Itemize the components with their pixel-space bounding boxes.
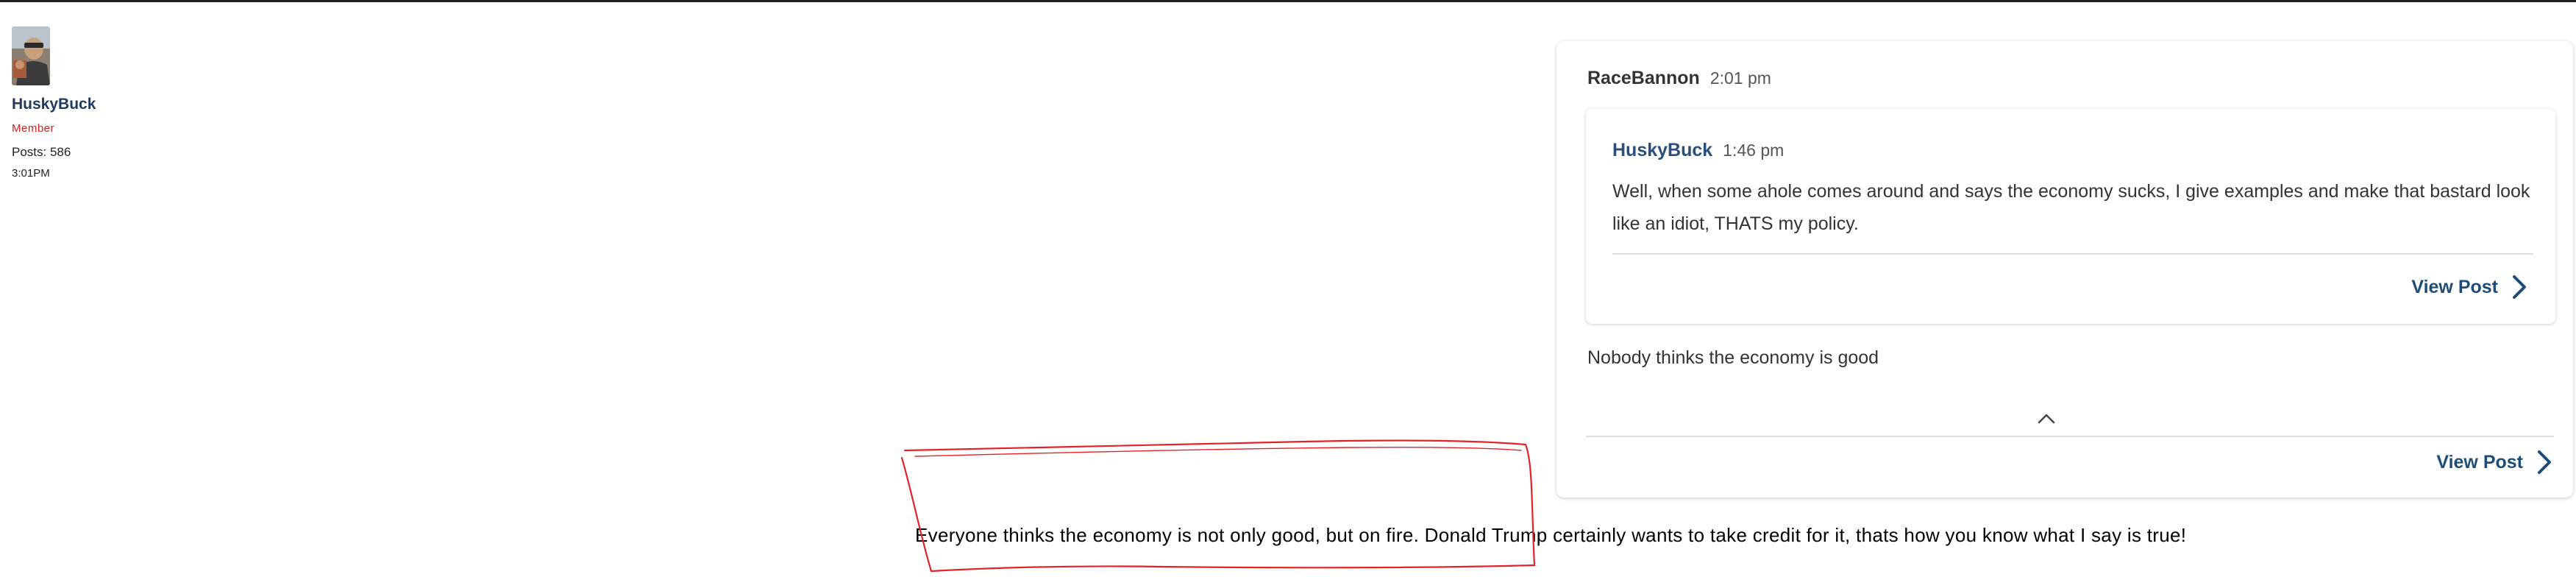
- reply-text: Everyone thinks the economy is not only …: [915, 524, 2187, 546]
- forum-post: HuskyBuck Member Posts: 586 3:01PM RaceB…: [0, 0, 2576, 577]
- nested-quote-body: Well, when some ahole comes around and s…: [1612, 181, 2530, 234]
- avatar[interactable]: [12, 26, 50, 85]
- chevron-right-icon: [2538, 450, 2551, 474]
- author-name[interactable]: HuskyBuck: [12, 96, 174, 113]
- quote-card: RaceBannon 2:01 pm HuskyBuck 1:46 pm Well,…: [1556, 41, 2573, 498]
- nested-quote-time: 1:46 pm: [1723, 141, 1785, 160]
- nested-quote-card: HuskyBuck 1:46 pm Well, when some ahole c…: [1586, 109, 2555, 324]
- nested-quote-username[interactable]: HuskyBuck: [1612, 140, 1712, 160]
- quote-body: Nobody thinks the economy is good: [1587, 347, 1879, 368]
- author-panel: HuskyBuck Member Posts: 586 3:01PM: [12, 26, 174, 180]
- quote-divider: [1586, 436, 2554, 437]
- post-time: 3:01PM: [12, 167, 50, 180]
- nested-quote-header: HuskyBuck 1:46 pm: [1612, 140, 1784, 161]
- view-post-link[interactable]: View Post: [2436, 449, 2554, 475]
- author-rank: Member: [12, 122, 55, 135]
- quote-header: RaceBannon 2:01 pm: [1587, 68, 1771, 89]
- red-scribble-annotation: [900, 439, 1536, 573]
- nested-view-post-link[interactable]: View Post: [2411, 274, 2529, 300]
- author-post-count: Posts: 586: [12, 145, 71, 159]
- view-post-label: View Post: [2436, 451, 2523, 472]
- chevron-right-icon: [2513, 275, 2526, 299]
- top-divider: [0, 0, 2576, 2]
- quote-time: 2:01 pm: [1709, 68, 1771, 88]
- quote-username[interactable]: RaceBannon: [1587, 68, 1700, 88]
- chevron-up-icon[interactable]: [2035, 411, 2058, 427]
- user-photo-icon: [12, 26, 50, 85]
- nested-divider: [1612, 253, 2533, 255]
- nested-view-post-label: View Post: [2411, 276, 2498, 297]
